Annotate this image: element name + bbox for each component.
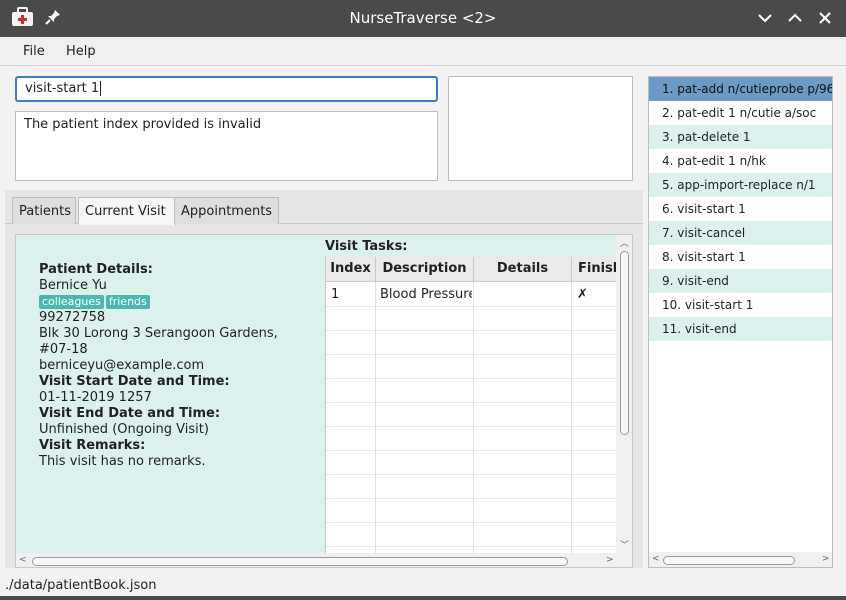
history-item[interactable]: 1. pat-add n/cutieprobe p/96690000 [649,77,832,101]
visit-remarks-value: This visit has no remarks. [39,454,206,469]
tab-patients[interactable]: Patients [12,197,76,224]
row-divider [326,522,617,523]
result-display[interactable]: The patient index provided is invalid [15,111,438,181]
menu-bar: File Help [0,37,846,66]
row-divider [326,402,617,403]
scroll-left-icon[interactable]: < [19,555,27,565]
row-divider [326,354,617,355]
command-text: visit-start 1 [25,81,100,96]
result-text: The patient index provided is invalid [24,117,262,132]
column-header-description[interactable]: Description [376,257,474,282]
visit-end-heading: Visit End Date and Time: [39,406,221,421]
vertical-scroll-thumb[interactable] [620,251,629,435]
history-item[interactable]: 9. visit-end [649,269,832,293]
task-description-cell[interactable]: Blood Pressure [380,287,472,302]
vertical-scrollbar[interactable]: ︿ ﹀ [616,235,632,553]
history-scroll-thumb[interactable] [663,556,795,565]
tab-bar: Patients Current Visit Appointments [5,192,643,225]
row-divider [326,450,617,451]
history-item[interactable]: 2. pat-edit 1 n/cutie a/soc [649,101,832,125]
row-divider [326,498,617,499]
visit-remarks-heading: Visit Remarks: [39,438,146,453]
scroll-right-icon[interactable]: > [606,555,614,565]
history-item[interactable]: 11. visit-end [649,317,832,341]
row-divider [326,426,617,427]
patient-details: Patient Details: Bernice Yu colleagues fr… [16,235,325,553]
column-divider [473,282,474,553]
row-divider [326,306,617,307]
row-divider [326,330,617,331]
text-caret [100,81,102,96]
column-header-finished[interactable]: Finished [572,257,617,282]
tag-badge: friends [105,295,150,309]
history-item[interactable]: 7. visit-cancel [649,221,832,245]
current-visit-panel: Patient Details: Bernice Yu colleagues fr… [15,234,633,568]
scroll-down-icon[interactable]: ﹀ [620,538,629,551]
column-header-index[interactable]: Index [326,257,376,282]
horizontal-scrollbar[interactable]: < > [16,553,632,567]
patient-details-heading: Patient Details: [39,262,153,277]
visit-start-value: 01-11-2019 1257 [39,390,152,405]
status-bar: ./data/patientBook.json [0,578,846,596]
command-history-list[interactable]: 1. pat-add n/cutieprobe p/96690000 2. pa… [648,76,833,568]
blank-panel [448,76,633,181]
command-input[interactable]: visit-start 1 [15,76,438,102]
tab-current-visit[interactable]: Current Visit [78,197,176,225]
scroll-right-icon[interactable]: > [822,554,830,564]
patient-phone: 99272758 [39,310,106,325]
horizontal-scroll-thumb[interactable] [32,557,568,566]
history-item[interactable]: 5. app-import-replace n/1 [649,173,832,197]
visit-tasks-table[interactable]: Index Description Details Finished 1 Blo… [325,257,617,553]
history-item[interactable]: 3. pat-delete 1 [649,125,832,149]
visit-tasks-panel: Visit Tasks: Index Description Details F… [325,235,625,553]
window-bottom-edge [0,596,846,600]
visit-end-value: Unfinished (Ongoing Visit) [39,422,209,437]
menu-file[interactable]: File [23,44,45,59]
row-divider [326,474,617,475]
task-index-cell[interactable]: 1 [331,287,373,302]
row-divider [326,546,617,547]
patient-name: Bernice Yu [39,278,107,293]
visit-tasks-title: Visit Tasks: [325,239,408,254]
data-file-path: ./data/patientBook.json [5,578,157,593]
visit-start-heading: Visit Start Date and Time: [39,374,230,389]
menu-help[interactable]: Help [66,44,96,59]
maximize-icon[interactable] [786,9,804,27]
task-finished-cell[interactable]: ✗ [577,287,617,302]
row-divider [326,378,617,379]
minimize-icon[interactable] [756,9,774,27]
patient-address-line1: Blk 30 Lorong 3 Serangoon Gardens, [39,326,278,341]
patient-address-line2: #07-18 [39,342,88,357]
history-item[interactable]: 10. visit-start 1 [649,293,832,317]
tab-appointments[interactable]: Appointments [174,197,279,224]
patient-email: berniceyu@example.com [39,358,205,373]
column-divider [375,282,376,553]
close-icon[interactable] [816,9,834,27]
tag-badge: colleagues [39,295,104,309]
title-bar: NurseTraverse <2> [0,0,846,37]
history-horizontal-scrollbar[interactable]: < > [649,552,832,567]
scroll-left-icon[interactable]: < [652,554,660,564]
column-divider [571,282,572,553]
window-title: NurseTraverse <2> [349,9,497,27]
column-header-details[interactable]: Details [474,257,572,282]
patient-tags: colleagues friends [39,294,325,310]
history-item[interactable]: 8. visit-start 1 [649,245,832,269]
scroll-up-icon[interactable]: ︿ [620,236,629,249]
history-item[interactable]: 4. pat-edit 1 n/hk [649,149,832,173]
history-item[interactable]: 6. visit-start 1 [649,197,832,221]
